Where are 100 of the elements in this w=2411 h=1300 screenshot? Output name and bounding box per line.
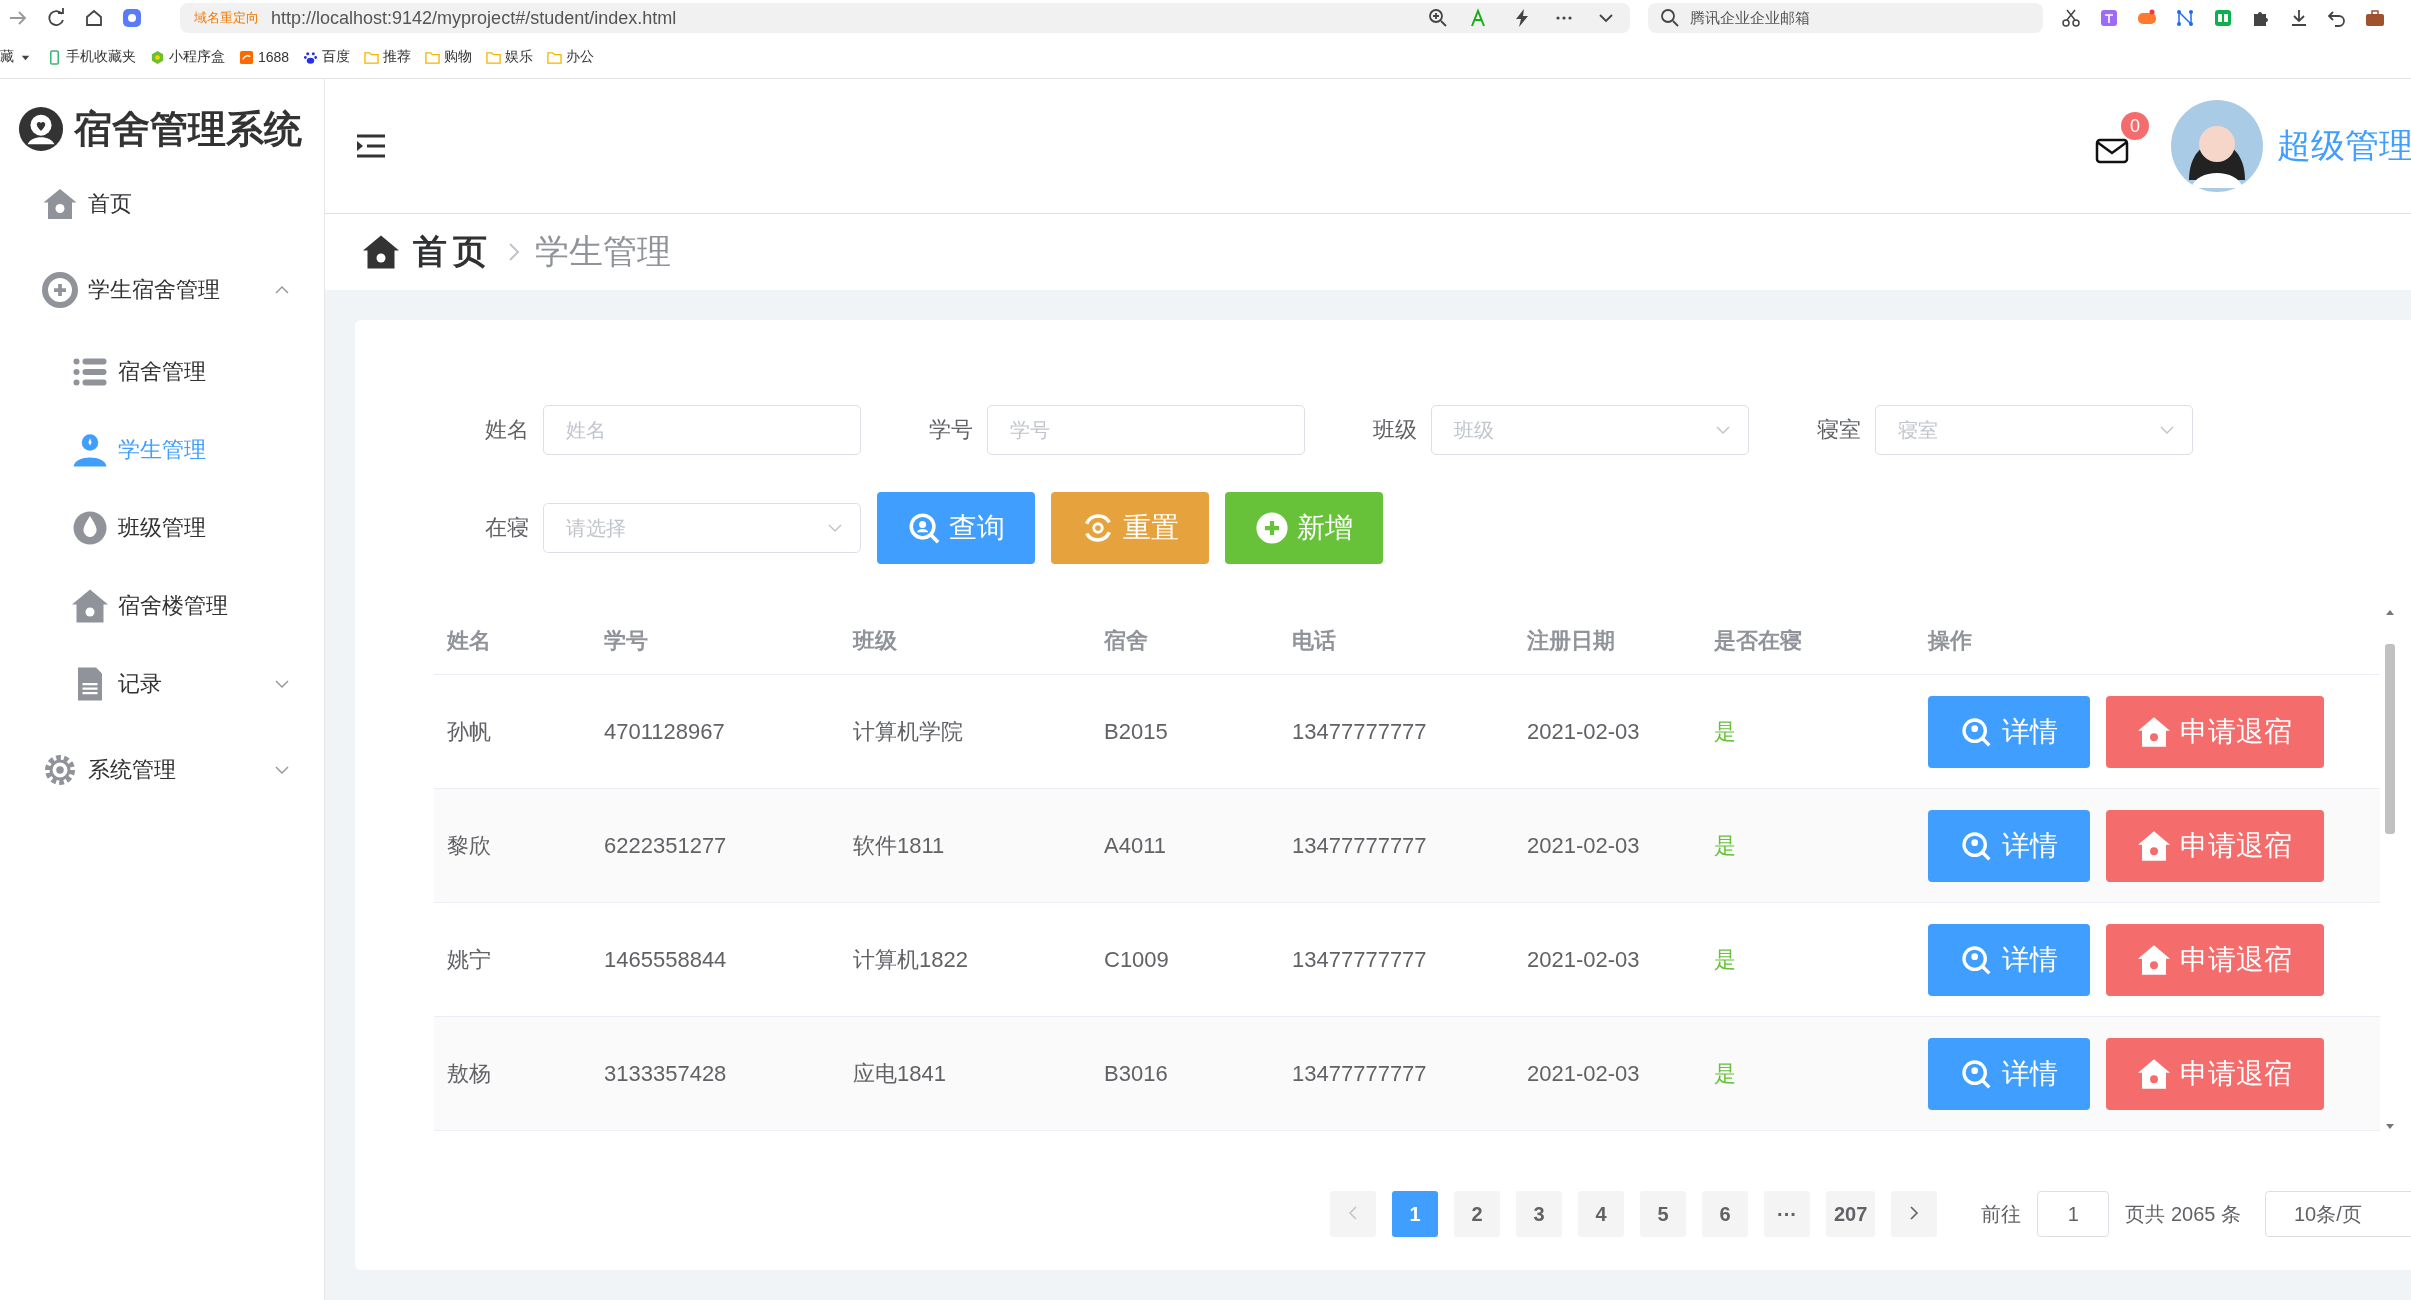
input-field[interactable]: 学号 [987,405,1305,455]
home-icon [42,186,78,222]
bookmark-link[interactable]: 购物 [444,48,473,66]
page-button[interactable]: 2 [1454,1191,1500,1237]
folder-icon [486,49,502,65]
breadcrumb-link[interactable]: 首页 [413,229,493,275]
mail-icon[interactable] [2095,138,2129,164]
search-icon [1960,1057,1992,1090]
page-button[interactable]: 207 [1826,1191,1876,1237]
table-cell-text: B2015 [1103,718,1169,745]
status-text: 是 [1713,945,1737,974]
scrollbar-thumb[interactable] [2384,644,2395,834]
table-cell-text: 13477777777 [1291,832,1428,859]
bookmark-link[interactable]: 娱乐 [505,48,534,66]
table-cell-text: 2021-02-03 [1526,718,1641,745]
app-icon [239,49,254,65]
bookmark-link[interactable]: 推荐 [383,48,412,66]
redirect-label: 域名重定向 [194,9,259,27]
plus-icon [1255,511,1289,545]
home-icon [363,234,399,270]
undo-icon[interactable] [2327,8,2347,28]
browser-search-field[interactable]: 腾讯企业企业邮箱 [1648,3,2043,33]
menu-item[interactable]: 首页 [0,161,324,247]
page-input[interactable]: 1 [2037,1191,2110,1237]
field-label: 在寝 [484,514,530,542]
chevron-left-icon [1347,1204,1359,1221]
column-header: 操作 [1926,627,1973,655]
search-icon [1660,8,1680,28]
total-count: 页共 2065 条 [2125,1201,2241,1227]
search-icon [1960,829,1992,862]
bookmark-link[interactable]: 1688 [258,49,290,65]
page-button[interactable]: 4 [1578,1191,1624,1237]
page-button[interactable]: 3 [1516,1191,1562,1237]
column-header: 电话 [1291,627,1337,655]
chevron-icon [1715,425,1731,435]
bookmark-link[interactable]: 百度 [322,48,351,66]
scissors-icon[interactable] [2061,8,2081,28]
logo-icon [18,106,64,152]
page-size-select[interactable]: 10条/页 [2265,1191,2411,1237]
house-icon [72,588,108,624]
house-icon [2138,829,2170,862]
column-header: 注册日期 [1526,627,1616,655]
menu-item[interactable]: 系统管理 [0,727,324,813]
table-cell-text: 计算机学院 [852,717,964,746]
table-cell-text: 2021-02-03 [1526,946,1641,973]
chevron-right-icon [1908,1204,1921,1221]
field-label: 学号 [928,416,974,444]
scroll-down-icon[interactable] [2384,1123,2395,1131]
briefcase-icon[interactable] [2365,8,2385,28]
column-header: 宿舍 [1103,627,1149,655]
table-cell-text: 3133357428 [603,1060,728,1087]
select-field[interactable]: 寝室 [1875,405,2193,455]
table-cell-text: B3016 [1103,1060,1169,1087]
menu-item[interactable]: 班级管理 [0,489,324,567]
field-label: 姓名 [484,416,530,444]
select-field[interactable]: 请选择 [543,503,861,553]
table-cell-text: 1465558844 [603,946,728,973]
field-label: 寝室 [1816,416,1862,444]
bookmark-link[interactable]: 办公 [566,48,595,66]
column-header: 姓名 [446,627,492,655]
input-field[interactable]: 姓名 [543,405,861,455]
menu-item[interactable]: 宿舍管理 [0,333,324,411]
table-cell-text: 4701128967 [603,718,726,745]
table-cell-text: 软件1811 [852,831,946,860]
zoom-icon[interactable] [1428,8,1448,28]
page-button[interactable]: ··· [1764,1191,1810,1237]
app-title: 宿舍管理系统 [74,106,302,152]
select-field[interactable]: 班级 [1431,405,1749,455]
status-text: 是 [1713,717,1737,746]
search-icon [1960,943,1992,976]
table-cell-text: 2021-02-03 [1526,1060,1641,1087]
scroll-up-icon[interactable] [2384,608,2395,616]
page-button[interactable]: 5 [1640,1191,1686,1237]
goto-label: 前往 [1981,1201,2022,1227]
drop-icon [72,510,108,546]
notification-badge: 0 [2121,112,2149,140]
menu-item[interactable]: 记录 [0,645,324,723]
bookmark-link[interactable]: 手机收藏夹 [66,48,136,66]
bookmark-link[interactable]: 藏 [0,48,14,66]
url-text[interactable]: http://localhost:9142/myproject#/student/index.html [271,7,1416,29]
network-icon[interactable] [2175,8,2195,28]
book-icon[interactable] [2213,8,2233,28]
menu-item[interactable]: 宿舍楼管理 [0,567,324,645]
home-icon[interactable] [84,8,104,28]
refresh-icon[interactable] [46,8,66,28]
hexagon-icon [150,49,165,65]
download-icon[interactable] [2289,8,2309,28]
column-header: 学号 [603,627,649,655]
page-button[interactable]: 6 [1702,1191,1748,1237]
menu-icon[interactable] [355,132,387,160]
table-cell-text: A4011 [1103,832,1167,859]
table-cell-text: 13477777777 [1291,1060,1428,1087]
bookmark-link[interactable]: 小程序盒 [169,48,225,66]
chevron-icon [2159,425,2175,435]
chevron-right-icon [507,241,521,263]
house-icon [2138,1057,2170,1090]
folder-icon [547,49,563,65]
menu-item[interactable]: 学生宿舍管理 [0,247,324,333]
translate-icon[interactable] [2099,8,2119,28]
avatar-icon[interactable] [2171,100,2263,192]
